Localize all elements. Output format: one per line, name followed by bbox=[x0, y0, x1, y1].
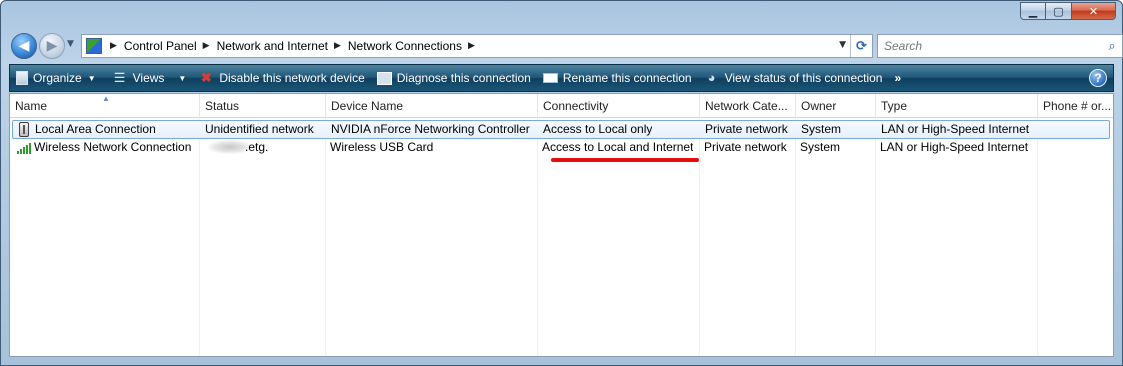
refresh-icon[interactable]: ⟳ bbox=[850, 35, 872, 57]
chevron-down-icon: ▼ bbox=[87, 73, 96, 83]
views-button[interactable]: ☰ Views ▼ bbox=[106, 66, 193, 90]
connection-type: LAN or High-Speed Internet bbox=[881, 122, 1030, 136]
table-row[interactable]: Wireless Network Connection .etg. Wirele… bbox=[12, 139, 1110, 158]
address-bar[interactable]: ▶ Control Panel ▶ Network and Internet ▶… bbox=[81, 34, 873, 58]
diagnose-connection-button[interactable]: Diagnose this connection bbox=[371, 66, 537, 90]
column-header-network-category[interactable]: Network Cate... bbox=[700, 94, 796, 118]
organize-icon bbox=[16, 71, 28, 85]
connection-connectivity: Access to Local and Internet bbox=[542, 140, 694, 154]
column-header-type[interactable]: Type bbox=[876, 94, 1038, 118]
status-icon: ◕ bbox=[707, 70, 716, 85]
table-row[interactable]: Local Area Connection Unidentified netwo… bbox=[12, 120, 1110, 139]
navigation-bar: ◀ ▶ ▼ ▶ Control Panel ▶ Network and Inte… bbox=[9, 31, 1123, 59]
search-icon[interactable]: ⌕ bbox=[1102, 39, 1122, 54]
wireless-signal-icon bbox=[17, 141, 33, 154]
disable-label: Disable this network device bbox=[219, 71, 365, 85]
column-header-connectivity[interactable]: Connectivity bbox=[538, 94, 700, 118]
connection-owner: System bbox=[800, 140, 841, 154]
disable-network-device-button[interactable]: ✖ Disable this network device bbox=[192, 66, 370, 90]
diagnose-label: Diagnose this connection bbox=[396, 71, 531, 85]
recent-pages-dropdown-icon[interactable]: ▼ bbox=[67, 39, 74, 49]
search-input[interactable] bbox=[882, 36, 1102, 56]
diagnose-icon bbox=[376, 71, 392, 85]
organize-button[interactable]: Organize ▼ bbox=[10, 66, 102, 90]
back-arrow-icon[interactable]: ◀ bbox=[11, 33, 37, 59]
breadcrumb-control-panel[interactable]: Control Panel bbox=[124, 39, 197, 53]
forward-arrow-icon[interactable]: ▶ bbox=[39, 33, 65, 59]
connection-device: Wireless USB Card bbox=[330, 140, 434, 154]
help-icon[interactable]: ? bbox=[1089, 69, 1107, 87]
connection-status: Unidentified network bbox=[205, 122, 314, 136]
connection-owner: System bbox=[801, 122, 842, 136]
rename-connection-button[interactable]: Rename this connection bbox=[537, 66, 698, 90]
more-chevron-icon: » bbox=[894, 71, 902, 85]
breadcrumb-network-connections[interactable]: Network Connections bbox=[348, 39, 462, 53]
disable-x-icon: ✖ bbox=[200, 70, 212, 85]
rename-label: Rename this connection bbox=[562, 71, 692, 85]
sort-ascending-icon: ▲ bbox=[102, 94, 110, 103]
explorer-window: ▁ ▢ ✕ ◀ ▶ ▼ ▶ Control Panel ▶ Network an… bbox=[0, 0, 1123, 366]
column-header-label: Name bbox=[15, 99, 48, 113]
control-panel-icon bbox=[86, 38, 102, 54]
breadcrumb-separator-icon[interactable]: ▶ bbox=[334, 41, 341, 51]
chevron-down-icon[interactable]: ▼ bbox=[178, 74, 186, 83]
ethernet-icon bbox=[19, 122, 29, 137]
view-status-label: View status of this connection bbox=[724, 71, 883, 85]
breadcrumb-separator-icon[interactable]: ▶ bbox=[203, 41, 210, 51]
connection-name: Wireless Network Connection bbox=[34, 140, 192, 154]
connection-device: NVIDIA nForce Networking Controller bbox=[331, 122, 530, 136]
column-header-row: Name ▲ Status Device Name Connectivity N… bbox=[10, 94, 1113, 118]
breadcrumb-network-and-internet[interactable]: Network and Internet bbox=[217, 39, 328, 53]
column-header-name[interactable]: Name ▲ bbox=[10, 94, 200, 118]
connection-category: Private network bbox=[704, 140, 787, 154]
more-commands-button[interactable]: » bbox=[888, 66, 907, 90]
maximize-button[interactable]: ▢ bbox=[1046, 2, 1072, 20]
views-icon: ☰ bbox=[113, 70, 126, 85]
column-header-status[interactable]: Status bbox=[200, 94, 326, 118]
address-dropdown-icon[interactable]: ▼ bbox=[839, 40, 846, 50]
red-annotation-underline bbox=[551, 158, 699, 162]
breadcrumb-separator-icon[interactable]: ▶ bbox=[110, 41, 117, 51]
connection-type: LAN or High-Speed Internet bbox=[880, 140, 1029, 154]
view-status-button[interactable]: ◕ View status of this connection bbox=[698, 66, 889, 90]
views-label: Views bbox=[132, 71, 165, 85]
column-header-device-name[interactable]: Device Name bbox=[326, 94, 538, 118]
rename-icon bbox=[542, 73, 558, 83]
connection-category: Private network bbox=[705, 122, 788, 136]
connection-name: Local Area Connection bbox=[35, 122, 156, 136]
organize-label: Organize bbox=[33, 71, 82, 85]
breadcrumb-separator-icon[interactable]: ▶ bbox=[468, 41, 475, 51]
file-list: Name ▲ Status Device Name Connectivity N… bbox=[9, 93, 1114, 357]
connection-connectivity: Access to Local only bbox=[543, 122, 653, 136]
minimize-button[interactable]: ▁ bbox=[1020, 2, 1046, 20]
column-header-phone[interactable]: Phone # or... bbox=[1038, 94, 1115, 118]
close-button[interactable]: ✕ bbox=[1072, 2, 1116, 20]
connection-status: .etg. bbox=[245, 140, 269, 154]
command-toolbar: Organize ▼ ☰ Views ▼ ✖ Disable this netw… bbox=[9, 64, 1114, 92]
column-header-owner[interactable]: Owner bbox=[796, 94, 876, 118]
search-box[interactable]: ⌕ bbox=[877, 34, 1123, 58]
window-controls: ▁ ▢ ✕ bbox=[1020, 2, 1116, 20]
